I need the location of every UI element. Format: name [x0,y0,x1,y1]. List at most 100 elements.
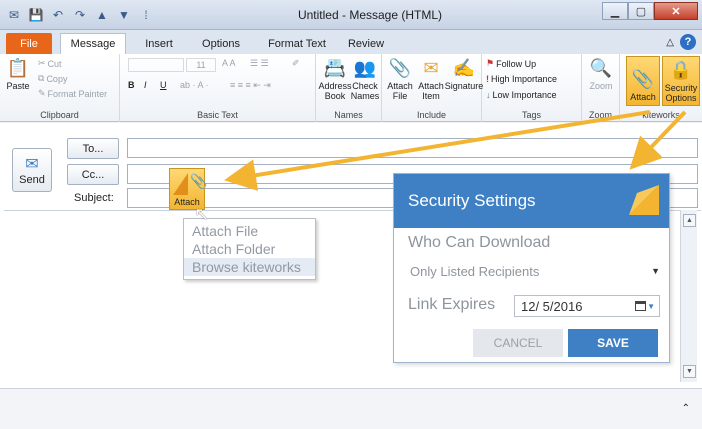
save-icon[interactable]: 💾 [28,7,44,23]
send-icon: ✉ [25,156,39,173]
save-button[interactable]: SAVE [568,329,658,357]
scroll-up-button[interactable]: ▲ [683,214,696,227]
maximize-button[interactable]: ▢ [628,2,654,20]
link-expires-label: Link Expires [408,296,496,313]
kiteworks-attach-button[interactable]: 📎 Attach [626,56,660,106]
help-icon[interactable]: ? [680,34,696,50]
address-book-icon: 📇 [323,58,347,78]
tab-review[interactable]: Review [340,33,392,54]
high-importance-button[interactable]: ! High Importance [486,74,557,84]
redo-icon[interactable]: ↷ [72,7,88,23]
exclamation-icon: ! [486,74,489,84]
down-arrow-icon[interactable]: ▼ [116,7,132,23]
paperclip-icon: 📎 [190,173,208,189]
include-group-label: Include [416,110,447,120]
address-book-button[interactable]: 📇 Address Book [318,56,351,101]
include-group: 📎 Attach File ✉ Attach Item ✍ Signature … [382,54,484,122]
format-painter-button[interactable]: ✎ Format Painter [38,88,107,99]
flag-icon: ⚑ [486,58,495,68]
download-permission-select[interactable]: Only Listed Recipients ▼ [408,260,660,282]
low-importance-button[interactable]: ↓ Low Importance [486,90,557,100]
clipboard-group-label: Clipboard [40,110,79,120]
clear-format-icon[interactable]: ✐ [292,58,300,69]
attach-item-button[interactable]: ✉ Attach Item [416,56,446,101]
scroll-down-button[interactable]: ▼ [683,365,696,378]
follow-up-button[interactable]: ⚑ Follow Up [486,58,536,69]
copy-button[interactable]: ⧉ Copy [38,73,67,84]
title-bar: ✉ 💾 ↶ ↷ ▲ ▼ ⁞ Untitled - Message (HTML) … [0,0,702,30]
tab-options[interactable]: Options [192,33,250,54]
underline-button[interactable]: U [160,80,167,90]
browse-kiteworks-item[interactable]: Browse kiteworks [184,258,315,276]
names-group-label: Names [334,110,363,120]
tab-file[interactable]: File [6,33,52,54]
basic-text-group: 11 A A ☰ ☰ ✐ B I U ab · A · ≡ ≡ ≡ ⇤ ⇥ Ba… [120,54,316,122]
people-pane-bar: ⌃ [0,388,702,429]
close-button[interactable]: ✕ [654,2,698,20]
envelope-icon: ✉ [423,58,439,78]
kiteworks-logo [173,173,188,195]
minimize-ribbon-icon[interactable]: △ [666,37,674,48]
tab-insert[interactable]: Insert [135,33,183,54]
tags-group-label: Tags [521,110,541,120]
signature-button[interactable]: ✍ Signature [445,56,484,91]
paperclip-icon: 📎 [631,69,655,89]
cc-button[interactable]: Cc... [67,164,119,185]
ribbon: 📋 Paste ✂ Cut ⧉ Copy ✎ Format Painter Clipb… [0,54,702,122]
cancel-button[interactable]: CANCEL [473,329,563,357]
customize-qat-icon[interactable]: ⁞ [138,7,154,23]
subject-label: Subject: [74,192,114,204]
minimize-button[interactable]: ▁ [602,2,628,20]
highlight-icon[interactable]: ab · A · [180,80,209,90]
security-settings-panel: Security Settings Who Can Download Only … [393,173,670,363]
zoom-group-label: Zoom [588,110,612,120]
attach-folder-item[interactable]: Attach Folder [184,240,315,258]
signature-icon: ✍ [452,58,476,78]
zoom-button[interactable]: 🔍 Zoom [586,56,616,91]
lock-icon: 🔒 [669,60,693,80]
font-name-box[interactable] [128,58,184,72]
attach-file-button[interactable]: 📎 Attach File [386,56,414,101]
to-button[interactable]: To... [67,138,119,159]
italic-button[interactable]: I [144,80,147,90]
cut-button[interactable]: ✂ Cut [38,58,62,69]
clipboard-group: 📋 Paste ✂ Cut ⧉ Copy ✎ Format Painter Clipb… [0,54,120,122]
link-expires-date-input[interactable]: 12/ 5/2016 ▼ [514,295,660,317]
who-can-download-label: Who Can Download [408,234,551,251]
tab-message[interactable]: Message [60,33,126,54]
ribbon-tabs: File Message Insert Options Format Text … [0,30,702,54]
calendar-icon[interactable]: ▼ [635,301,655,311]
to-field[interactable] [127,138,698,158]
check-names-button[interactable]: 👥 Check Names [350,56,380,101]
window-title: Untitled - Message (HTML) [297,8,443,22]
chevron-down-icon: ▼ [651,266,660,276]
bold-button[interactable]: B [128,80,135,90]
down-arrow-icon: ↓ [486,90,491,100]
check-names-icon: 👥 [353,58,377,78]
send-button[interactable]: ✉ Send [12,148,52,192]
paperclip-icon: 📎 [388,58,412,78]
align-icons[interactable]: ≡ ≡ ≡ ⇤ ⇥ [230,80,271,91]
zoom-group: 🔍 Zoom Zoom [582,54,620,122]
undo-icon[interactable]: ↶ [50,7,66,23]
brush-icon: ✎ [38,88,46,98]
kiteworks-group: 📎 Attach 🔒 Security Options kiteworks [620,54,702,122]
expand-people-pane-icon[interactable]: ⌃ [682,403,690,414]
tab-format-text[interactable]: Format Text [258,33,336,54]
scissors-icon: ✂ [38,58,46,68]
mouse-cursor-icon: ↖ [194,204,210,224]
font-grow-shrink-icon[interactable]: A A [222,58,236,68]
quick-access-toolbar: ✉ 💾 ↶ ↷ ▲ ▼ ⁞ [6,7,154,23]
font-size-box[interactable]: 11 [186,58,216,72]
window-controls: ▁ ▢ ✕ [602,2,698,20]
kiteworks-group-label: kiteworks [642,110,680,120]
security-options-button[interactable]: 🔒 Security Options [662,56,700,106]
attach-dropdown-menu: Attach File Attach Folder Browse kitewor… [183,218,316,280]
paste-button[interactable]: 📋 Paste [6,56,30,91]
up-arrow-icon[interactable]: ▲ [94,7,110,23]
tags-group: ⚑ Follow Up ! High Importance ↓ Low Importa… [482,54,582,122]
bullets-icon[interactable]: ☰ ☰ [250,58,269,69]
kiteworks-logo [629,185,659,215]
outlook-icon[interactable]: ✉ [6,7,22,23]
vertical-scrollbar[interactable]: ▲ ▼ [680,210,697,382]
